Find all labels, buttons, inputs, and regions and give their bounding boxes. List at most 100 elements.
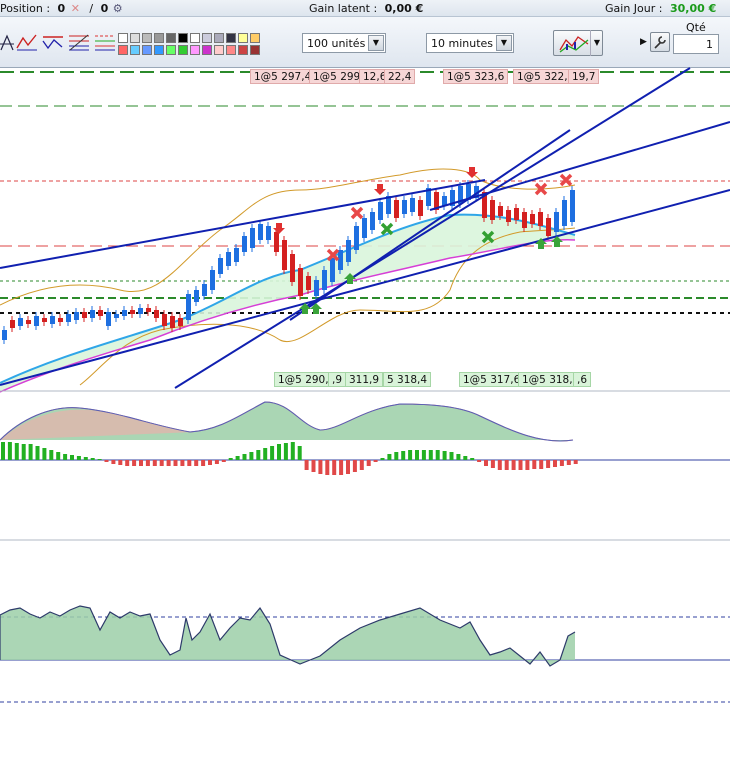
macd-histogram-bar [346,460,350,474]
macd-histogram-bar [180,460,185,466]
candle [234,248,239,262]
macd-histogram-bar [387,454,392,460]
candle [42,318,47,322]
macd-histogram-bar [166,460,171,466]
macd-histogram-bar [139,460,143,466]
candle [66,314,71,322]
candle [58,318,63,322]
candle [274,232,279,252]
candle [506,210,511,222]
candle [186,294,191,320]
macd-histogram-bar [325,460,330,475]
buy-cross-icon [380,222,394,236]
candle [154,310,159,318]
macd-histogram-bar [201,460,206,466]
macd-histogram-bar [408,450,413,460]
macd-histogram-bar [546,460,551,468]
sell-cross-icon [350,206,364,220]
order-tag[interactable]: ,6 [573,372,592,387]
candle [354,226,359,250]
macd-histogram-bar [559,460,564,466]
macd-histogram-bar [152,460,157,466]
order-tag[interactable]: 1@5 297,4 [250,69,316,84]
candle [490,200,495,220]
macd-histogram-bar [428,450,433,460]
macd-histogram-bar [221,460,226,462]
candle [402,200,407,214]
oscillator-area [0,606,575,666]
candle [314,280,319,296]
macd-histogram-bar [366,460,371,466]
candle [202,284,207,296]
order-tag[interactable]: ,9 [328,372,347,387]
macd-histogram-bar [270,446,275,460]
candle [346,240,351,262]
macd-histogram-bar [539,460,544,469]
macd-histogram-bar [49,450,54,460]
macd-histogram-bar [242,454,247,460]
macd-histogram-bar [449,452,454,460]
candle [538,212,543,226]
candle [514,208,519,220]
candle [298,268,303,296]
macd-histogram-bar [277,444,281,460]
candle [130,310,135,314]
macd-histogram-bar [525,460,530,470]
macd-histogram-bar [76,456,81,460]
macd-histogram-bar [7,442,12,460]
macd-histogram-bar [228,458,233,460]
macd-histogram-bar [90,458,95,460]
candle [258,224,263,240]
macd-histogram-bar [97,459,102,460]
candle [170,316,175,328]
candle [162,314,167,326]
macd-histogram-bar [511,460,516,470]
candle [378,202,383,220]
candle [50,316,55,324]
macd-histogram-bar [421,450,426,460]
macd-histogram-bar [125,460,130,466]
macd-histogram-bar [518,460,523,470]
macd-histogram-bar [70,455,74,460]
candle [306,276,311,290]
macd-histogram-bar [566,460,571,465]
sell-cross-icon [559,173,573,187]
candle [226,252,231,266]
candle [282,240,287,270]
macd-histogram-bar [297,446,302,460]
order-tag[interactable]: 311,9 [345,372,384,387]
macd-histogram-bar [1,442,5,460]
ma-fill [0,214,575,392]
candle [194,290,199,302]
chart-canvas[interactable] [0,0,730,776]
macd-histogram-bar [477,460,482,462]
macd-histogram-bar [380,458,385,460]
macd-histogram-bar [21,444,26,460]
macd-histogram-bar [283,443,288,460]
macd-histogram-bar [401,451,406,460]
candle [90,310,95,318]
candle [290,254,295,282]
order-tag[interactable]: 22,4 [384,69,416,84]
macd-histogram-bar [463,456,468,460]
macd-histogram-bar [311,460,316,472]
macd-histogram-bar [456,454,461,460]
macd-histogram-bar [290,442,295,460]
order-tag[interactable]: 1@5 317,6 [459,372,525,387]
order-tag[interactable]: 1@5 323,6 [443,69,509,84]
macd-histogram-bar [553,460,557,467]
macd-histogram-bar [573,460,578,464]
candle [210,270,215,290]
candle [570,190,575,222]
macd-histogram-bar [214,460,219,464]
candle [266,226,271,240]
macd-histogram-bar [442,451,447,460]
macd-histogram-bar [373,460,378,462]
candle [394,200,399,218]
macd-histogram-bar [332,460,337,475]
macd-histogram-bar [118,460,123,465]
order-tag[interactable]: 5 318,4 [383,372,432,387]
candle [330,258,335,282]
candle [26,320,31,324]
order-tag[interactable]: 19,7 [568,69,600,84]
